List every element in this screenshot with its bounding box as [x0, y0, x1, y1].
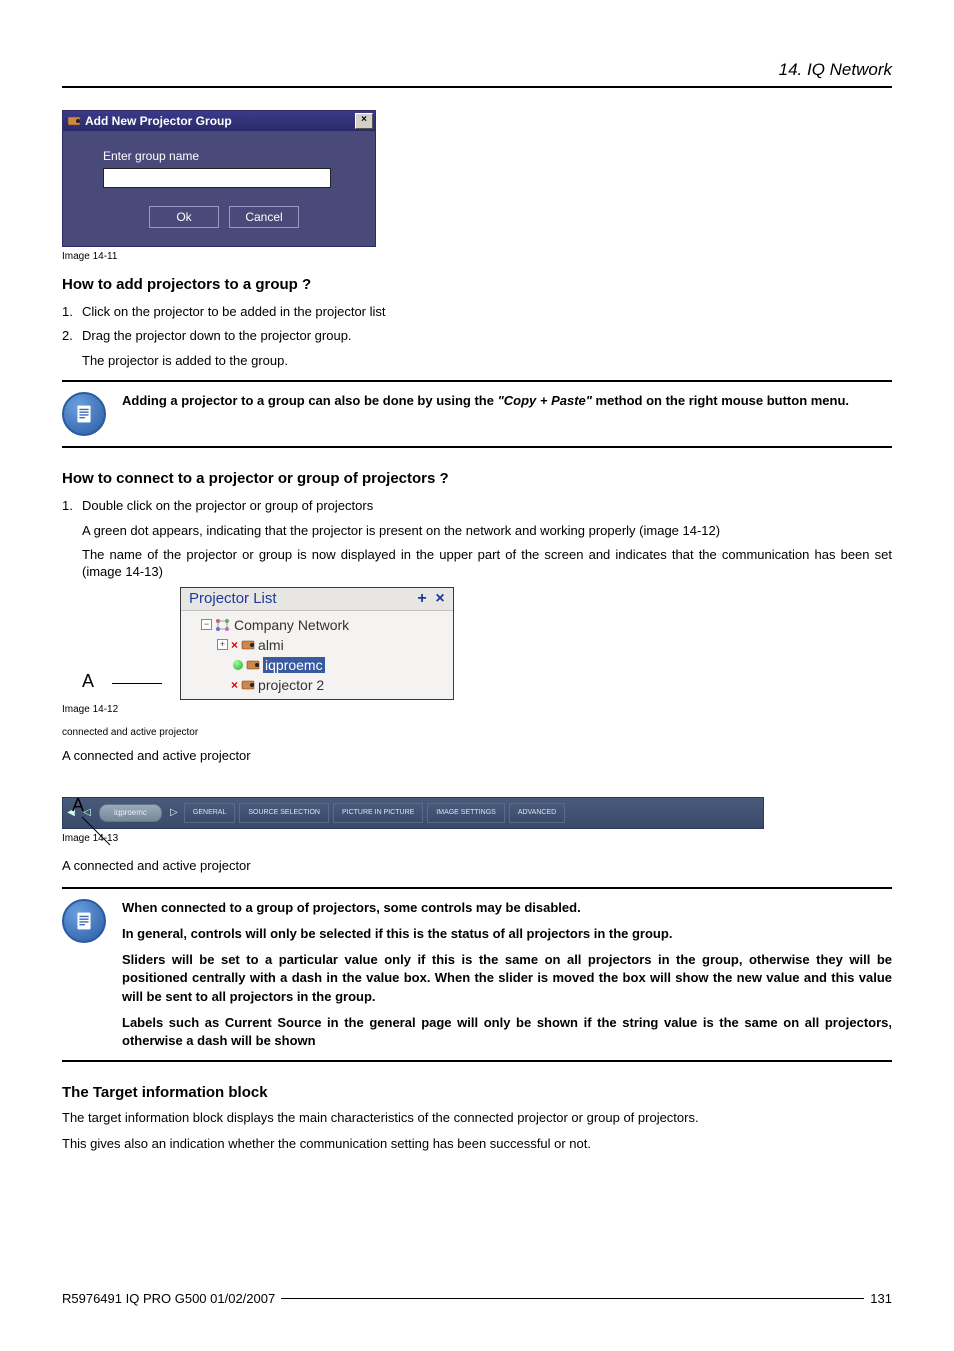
projector-icon — [241, 679, 255, 691]
tree-view[interactable]: − Company Network + × almi — [181, 611, 453, 699]
image-caption-14-11: Image 14-11 — [62, 251, 892, 262]
paragraph: This gives also an indication whether th… — [62, 1135, 892, 1153]
image-subcaption-14-12: connected and active projector — [62, 727, 892, 738]
callout-line — [112, 683, 162, 684]
header-rule — [62, 86, 892, 88]
tab-image-settings[interactable]: IMAGE SETTINGS — [427, 803, 505, 823]
note-text: method on the right mouse button menu. — [592, 393, 849, 408]
status-offline-icon: × — [231, 638, 238, 652]
chapter-title: 14. IQ Network — [62, 60, 892, 80]
callout-letter: A — [82, 671, 94, 700]
callout-arrow — [80, 815, 116, 851]
panel-title: Projector List — [189, 590, 411, 607]
nav-next-icon[interactable]: ▷ — [168, 807, 180, 819]
paragraph: The name of the projector or group is no… — [82, 546, 892, 581]
footer-rule — [281, 1298, 864, 1299]
projector-list-panel: Projector List + × − Company Network + × — [180, 587, 454, 700]
tree-node-selected[interactable]: iqproemc — [187, 655, 447, 675]
tree-node[interactable]: × projector 2 — [187, 675, 447, 695]
list-item: Click on the projector to be added in th… — [62, 303, 892, 321]
tab-advanced[interactable]: ADVANCED — [509, 803, 565, 823]
paragraph: The target information block displays th… — [62, 1109, 892, 1127]
tree-label: iqproemc — [263, 657, 325, 673]
footer-doc-id: R5976491 IQ PRO G500 01/02/2007 — [62, 1291, 275, 1306]
network-icon — [215, 617, 231, 633]
note-text: Sliders will be set to a particular valu… — [122, 951, 892, 1006]
ok-button[interactable]: Ok — [149, 206, 219, 228]
tree-node[interactable]: + × almi — [187, 635, 447, 655]
note-block: Adding a projector to a group can also b… — [62, 380, 892, 448]
collapse-icon[interactable]: − — [201, 619, 212, 630]
tree-label: Company Network — [234, 617, 349, 633]
cancel-button[interactable]: Cancel — [229, 206, 299, 228]
app-icon — [67, 114, 81, 128]
toolbar: ◀ ◁ iqproemc ▷ GENERAL SOURCE SELECTION … — [62, 797, 764, 829]
list-item: Drag the projector down to the projector… — [62, 327, 892, 345]
group-name-label: Enter group name — [103, 149, 345, 163]
footer-page-number: 131 — [870, 1291, 892, 1306]
tree-label: projector 2 — [258, 677, 324, 693]
heading-target-info: The Target information block — [62, 1084, 892, 1101]
image-caption-14-13: Image 14-13 — [62, 833, 892, 844]
list-item: Double click on the projector or group o… — [62, 497, 892, 515]
heading-add-to-group: How to add projectors to a group ? — [62, 276, 892, 293]
group-name-input[interactable] — [103, 168, 331, 188]
close-icon[interactable]: × — [355, 113, 373, 129]
note-text: Adding a projector to a group can also b… — [122, 393, 498, 408]
status-offline-icon: × — [231, 678, 238, 692]
image-caption-14-12: Image 14-12 — [62, 704, 892, 715]
projector-icon — [241, 639, 255, 651]
paragraph: A green dot appears, indicating that the… — [82, 522, 892, 540]
expand-icon[interactable]: + — [217, 639, 228, 650]
heading-connect: How to connect to a projector or group o… — [62, 470, 892, 487]
add-group-dialog: Add New Projector Group × Enter group na… — [62, 110, 376, 247]
note-text: When connected to a group of projectors,… — [122, 899, 892, 917]
note-emphasis: "Copy + Paste" — [498, 393, 592, 408]
close-icon[interactable]: × — [433, 590, 447, 608]
note-icon — [62, 392, 106, 436]
tree-label: almi — [258, 637, 284, 653]
note-text: Labels such as Current Source in the gen… — [122, 1014, 892, 1050]
note-icon — [62, 899, 106, 943]
callout-letter: A — [72, 795, 84, 816]
tab-picture-in-picture[interactable]: PICTURE IN PICTURE — [333, 803, 423, 823]
paragraph: The projector is added to the group. — [82, 352, 892, 370]
tree-node-root[interactable]: − Company Network — [187, 615, 447, 635]
note-text: In general, controls will only be select… — [122, 925, 892, 943]
tab-general[interactable]: GENERAL — [184, 803, 235, 823]
legend-a-13: A connected and active projector — [62, 858, 892, 873]
dialog-titlebar: Add New Projector Group × — [63, 111, 375, 131]
dialog-title: Add New Projector Group — [85, 114, 355, 128]
page-footer: R5976491 IQ PRO G500 01/02/2007 131 — [62, 1291, 892, 1306]
add-icon[interactable]: + — [415, 590, 429, 608]
status-online-icon — [233, 660, 243, 670]
projector-icon — [246, 659, 260, 671]
legend-a-12: A connected and active projector — [62, 748, 892, 763]
note-block: When connected to a group of projectors,… — [62, 887, 892, 1062]
tab-source-selection[interactable]: SOURCE SELECTION — [239, 803, 329, 823]
